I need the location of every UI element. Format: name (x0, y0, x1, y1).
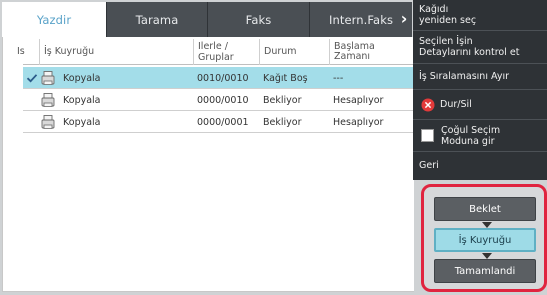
tab-print[interactable]: Yazdir (2, 2, 106, 37)
job-state-controls: Beklet İş Kuyruğu Tamamlandi (421, 184, 547, 292)
job-start-time: --- (333, 72, 344, 84)
menu-item-reselect-paper[interactable]: Kağıdı yeniden seç (413, 0, 547, 31)
copy-job-icon (41, 115, 55, 129)
action-menu: Kağıdı yeniden seç Seçilen İşin Detaylar… (413, 0, 547, 180)
header-is: Is (17, 46, 25, 57)
menu-toggle-chevron-icon[interactable]: › (395, 6, 413, 30)
tab-scan[interactable]: Tarama (106, 2, 207, 37)
job-name: Kopyala (63, 116, 101, 128)
job-progress: 0000/0010 (197, 94, 249, 106)
tab-bar: Yazdir Tarama Faks Intern.Faks (2, 2, 412, 37)
menu-item-back[interactable]: Geri (413, 152, 547, 178)
job-status: Kağıt Boş (263, 72, 308, 84)
job-status-panel: Is İş Kuyruğu Ilerle / Gruplar Durum Baş… (2, 37, 418, 292)
header-progress: Ilerle / Gruplar (193, 38, 259, 65)
job-status: Bekliyor (263, 116, 302, 128)
job-name: Kopyala (63, 94, 101, 106)
job-start-time: Hesaplıyor (333, 116, 384, 128)
job-start-time: Hesaplıyor (333, 94, 384, 106)
menu-item-label: Dur/Sil (440, 99, 472, 110)
job-queue-button[interactable]: İş Kuyruğu (434, 228, 536, 252)
header-queue: İş Kuyruğu (39, 38, 193, 65)
menu-item-multi-select[interactable]: Çoğul Seçim Moduna gir (413, 120, 547, 152)
table-row[interactable]: Kopyala 0000/0001 Bekliyor Hesaplıyor (23, 111, 418, 133)
header-status: Durum (259, 38, 329, 65)
job-progress: 0010/0010 (197, 72, 249, 84)
header-start-time: Başlama Zamanı (329, 38, 407, 65)
copy-job-icon (41, 93, 55, 107)
completed-button[interactable]: Tamamlandi (434, 259, 536, 283)
hold-button[interactable]: Beklet (434, 197, 536, 221)
job-name: Kopyala (63, 72, 101, 84)
job-status: Bekliyor (263, 94, 302, 106)
job-progress: 0000/0001 (197, 116, 249, 128)
table-row[interactable]: Kopyala 0010/0010 Kağıt Boş --- (23, 67, 418, 89)
table-header: Is İş Kuyruğu Ilerle / Gruplar Durum Baş… (17, 38, 418, 65)
checkbox-icon (421, 129, 434, 142)
table-row[interactable]: Kopyala 0000/0010 Bekliyor Hesaplıyor (23, 89, 418, 111)
menu-item-check-job-details[interactable]: Seçilen İşin Detaylarını kontrol et (413, 31, 547, 64)
stop-icon (421, 98, 435, 111)
copy-job-icon (41, 71, 55, 85)
menu-item-stop-delete[interactable]: Dur/Sil (413, 90, 547, 120)
menu-item-separate-job-order[interactable]: İş Sıralamasını Ayır (413, 64, 547, 90)
menu-item-label: Çoğul Seçim Moduna gir (441, 124, 501, 147)
tab-fax[interactable]: Faks (207, 2, 309, 37)
checkmark-icon (26, 74, 38, 83)
